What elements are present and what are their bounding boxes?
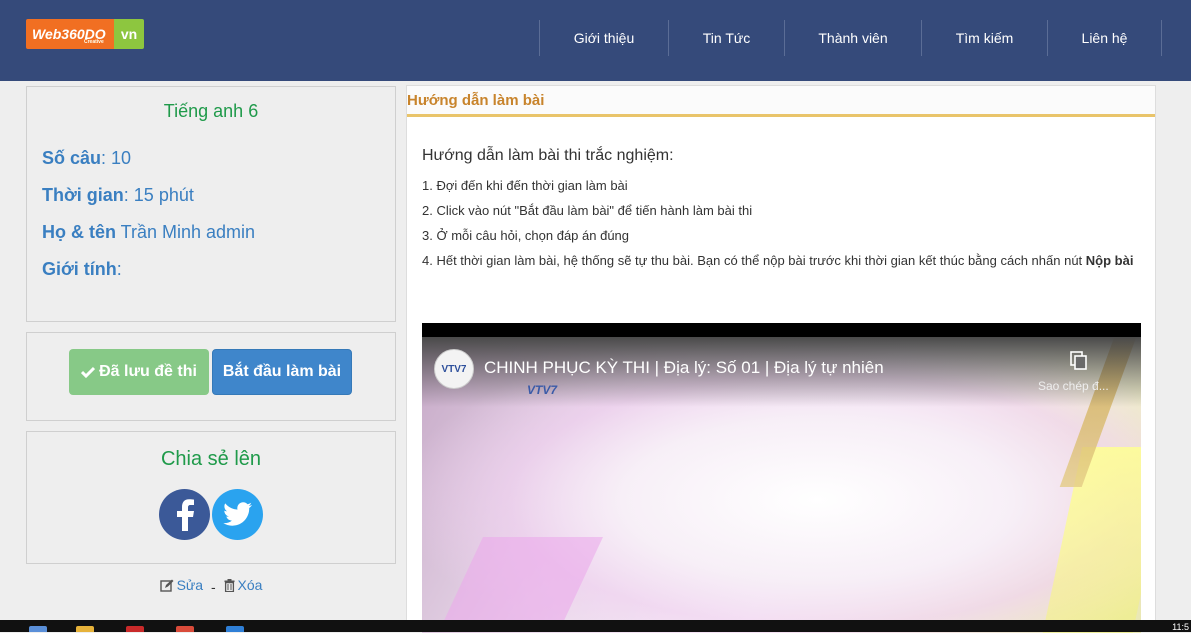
delete-link[interactable]: Xóa	[224, 577, 263, 593]
copy-link-label[interactable]: Sao chép đ...	[1038, 379, 1109, 393]
name-label: Họ & tên	[42, 222, 116, 242]
start-exam-button[interactable]: Bắt đầu làm bài	[212, 349, 352, 395]
taskbar-app-icon[interactable]	[226, 626, 244, 632]
guide-step: 3. Ở mỗi câu hỏi, chọn đáp án đúng	[422, 228, 630, 243]
guide-step-4: 4. Hết thời gian làm bài, hệ thống sẽ tự…	[422, 248, 1142, 273]
twitter-share-button[interactable]	[212, 489, 263, 540]
guide-intro: Hướng dẫn làm bài thi trắc nghiệm:	[422, 147, 674, 164]
taskbar-app-icon[interactable]	[176, 626, 194, 632]
guide-step: 2. Click vào nút "Bắt đầu làm bài" để ti…	[422, 203, 753, 218]
taskbar-app-icon[interactable]	[126, 626, 144, 632]
facebook-share-button[interactable]	[159, 489, 210, 540]
edit-link[interactable]: Sửa	[159, 577, 204, 593]
edit-label: Sửa	[176, 577, 204, 593]
edit-icon	[159, 579, 174, 592]
taskbar-clock: 11:5	[1172, 622, 1189, 632]
video-thumbnail: VTV7 CHINH PHỤC KỲ THI | Địa lý: Số 01 |…	[422, 337, 1141, 633]
question-count-value: : 10	[101, 148, 132, 168]
exam-title: Tiếng anh 6	[163, 101, 259, 121]
nav-item-tin-tuc[interactable]: Tin Tức	[668, 20, 784, 56]
video-watermark: VTV7	[527, 383, 558, 397]
share-panel: Chia sẻ lên	[26, 431, 396, 564]
nav-item-thanh-vien[interactable]: Thành viên	[784, 20, 921, 56]
share-title: Chia sẻ lên	[160, 448, 262, 470]
guide-step-text: 4. Hết thời gian làm bài, hệ thống sẽ tự…	[422, 253, 1086, 268]
facebook-icon	[176, 498, 194, 531]
taskbar-app-icon[interactable]	[29, 626, 47, 632]
gender-value: :	[116, 259, 122, 279]
channel-badge-text: VTV7	[441, 363, 467, 375]
logo-suffix: vn	[114, 19, 144, 49]
main-nav: Giới thiệu Tin Tức Thành viên Tìm kiếm L…	[539, 20, 1162, 56]
guide-heading: Hướng dẫn làm bài	[407, 91, 545, 109]
guide-panel: Hướng dẫn làm bài Hướng dẫn làm bài thi …	[406, 85, 1156, 633]
gender-label: Giới tính	[42, 259, 117, 279]
name-value: Trần Minh admin	[116, 222, 256, 242]
video-title[interactable]: CHINH PHỤC KỲ THI | Địa lý: Số 01 | Địa …	[484, 358, 884, 378]
question-count-label: Số câu	[42, 148, 102, 168]
exam-info-panel: Tiếng anh 6 Số câu: 10 Thời gian: 15 phú…	[26, 86, 396, 322]
site-header: Web360DO Creative vn Giới thiệu Tin Tức …	[0, 0, 1191, 81]
video-player[interactable]: VTV7 CHINH PHỤC KỲ THI | Địa lý: Số 01 |…	[422, 323, 1141, 633]
time-label: Thời gian	[42, 185, 124, 205]
gender-row: Giới tính:	[42, 259, 122, 280]
edit-delete-links: Sửa - Xóa	[26, 577, 396, 595]
nav-item-tim-kiem[interactable]: Tìm kiếm	[921, 20, 1047, 56]
logo-sub-text: Creative	[84, 39, 104, 45]
guide-step: 1. Đợi đến khi đến thời gian làm bài	[422, 178, 628, 193]
name-row: Họ & tên Trần Minh admin	[42, 222, 255, 243]
time-row: Thời gian: 15 phút	[42, 185, 194, 206]
guide-header: Hướng dẫn làm bài	[407, 86, 1155, 117]
link-separator: -	[210, 578, 216, 595]
nav-item-gioi-thieu[interactable]: Giới thiệu	[539, 20, 668, 56]
taskbar-app-icon[interactable]	[76, 626, 94, 632]
logo-main: Web360DO Creative	[26, 19, 114, 49]
check-icon	[81, 366, 96, 378]
channel-avatar[interactable]: VTV7	[434, 349, 474, 389]
copy-link-icon[interactable]	[1070, 351, 1088, 371]
submit-bold-text: Nộp bài	[1085, 253, 1134, 268]
saved-exam-button[interactable]: Đã lưu đề thi	[69, 349, 209, 395]
exam-actions-panel: Đã lưu đề thi Bắt đầu làm bài	[26, 332, 396, 421]
twitter-icon	[222, 501, 252, 526]
saved-exam-label: Đã lưu đề thi	[99, 363, 197, 380]
nav-item-lien-he[interactable]: Liên hệ	[1047, 20, 1162, 56]
trash-icon	[224, 578, 235, 592]
time-value: : 15 phút	[123, 185, 194, 205]
question-count-row: Số câu: 10	[42, 148, 131, 169]
delete-label: Xóa	[237, 577, 263, 593]
site-logo[interactable]: Web360DO Creative vn	[26, 19, 144, 49]
